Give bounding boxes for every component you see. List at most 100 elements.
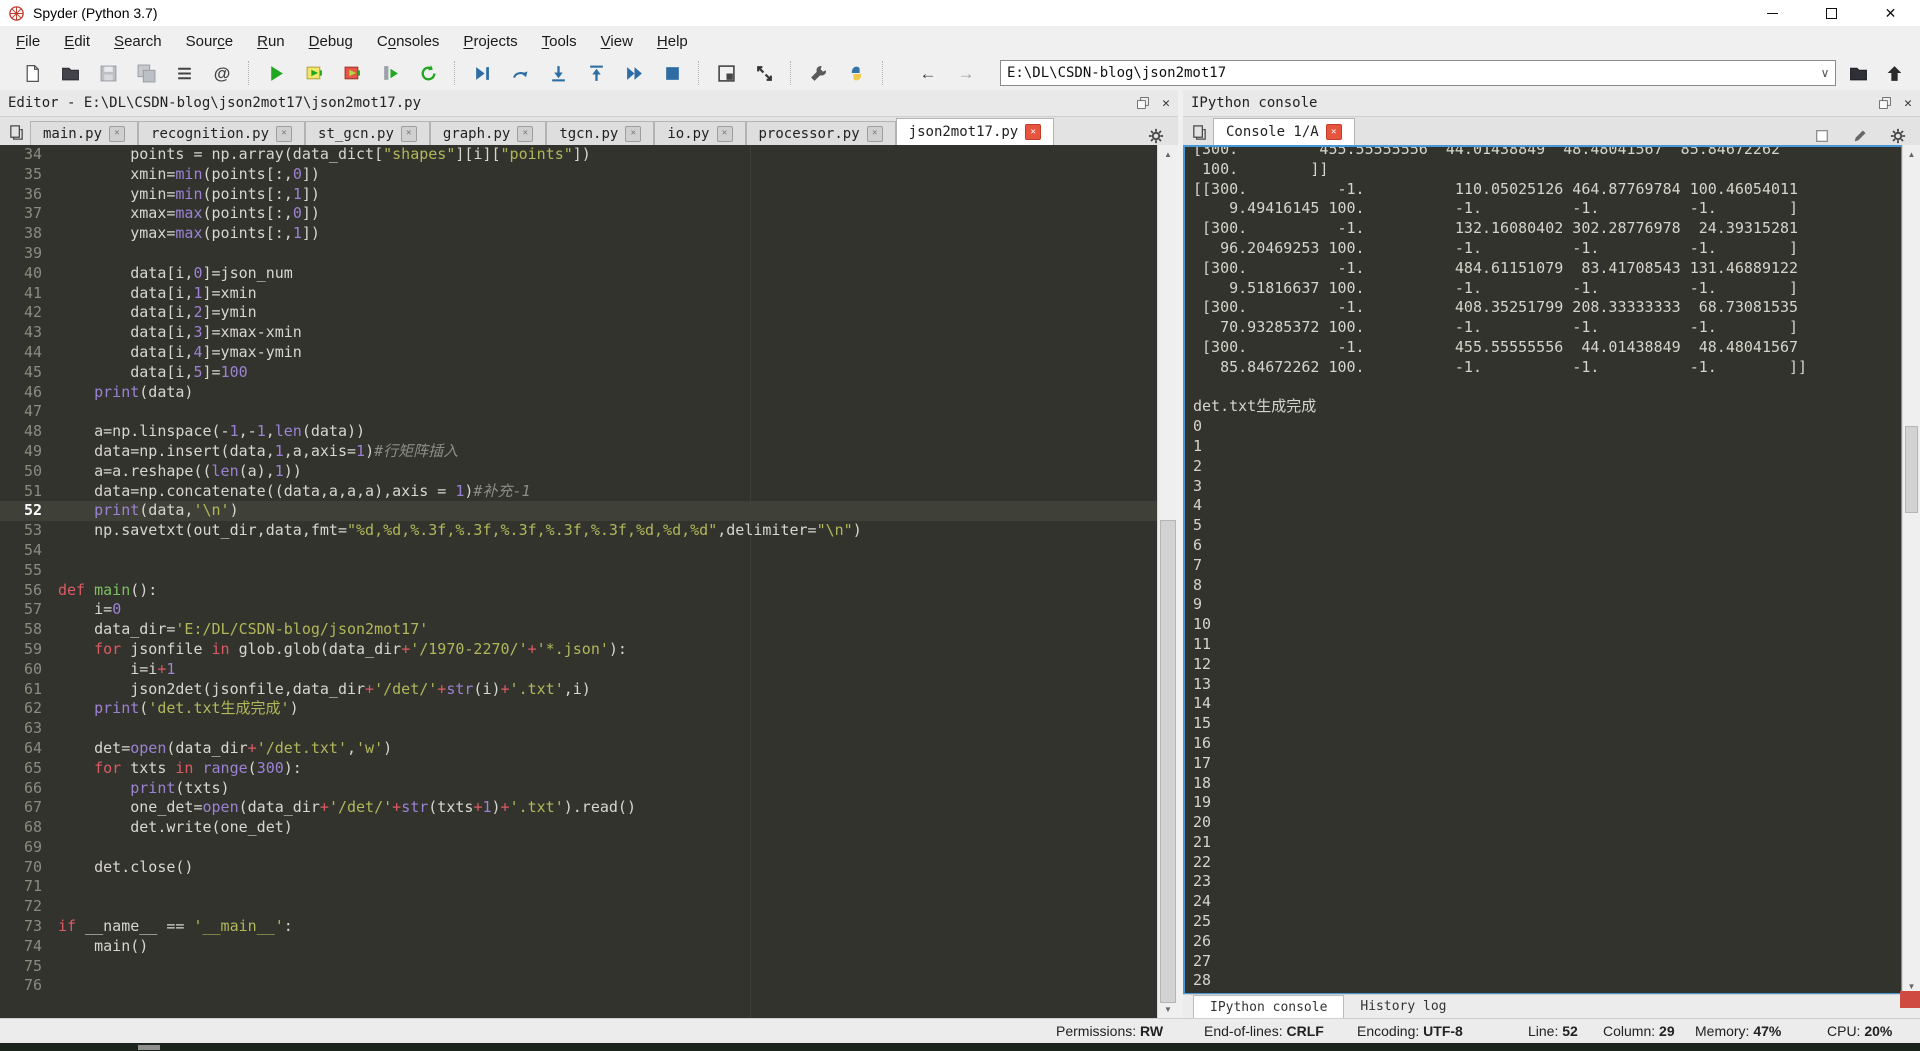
scroll-up-icon[interactable]: ▲	[1903, 145, 1920, 163]
tab-label: processor.py	[759, 126, 860, 142]
close-pane-icon[interactable]: ✕	[1162, 97, 1170, 110]
run-cell-advance-button[interactable]	[338, 59, 366, 87]
code-text: data=np.concatenate((data,a,a,a),axis = …	[58, 482, 531, 502]
maximize-button[interactable]	[1802, 0, 1861, 26]
tab-processor-py[interactable]: processor.py ✕	[746, 121, 896, 145]
code-line-34: 34 points = np.array(data_dict["shapes"]…	[0, 145, 1158, 165]
working-directory-input[interactable]	[1001, 65, 1815, 81]
console-line-35: 21	[1193, 833, 1901, 853]
menu-file[interactable]: File	[4, 28, 52, 55]
line-number: 38	[0, 224, 58, 244]
run-selection-button[interactable]	[376, 59, 404, 87]
close-tab-icon[interactable]: ✕	[867, 126, 883, 142]
stop-button[interactable]	[658, 59, 686, 87]
new-file-button[interactable]	[18, 59, 46, 87]
python-path-button[interactable]	[842, 59, 870, 87]
working-directory-combo[interactable]: ∨	[1000, 60, 1836, 86]
bottom-tab-history-log[interactable]: History log	[1344, 995, 1462, 1018]
minimize-icon	[1767, 13, 1778, 14]
close-tab-icon[interactable]: ✕	[1326, 124, 1342, 140]
fullscreen-button[interactable]	[750, 59, 778, 87]
close-tab-icon[interactable]: ✕	[276, 126, 292, 142]
save-button[interactable]	[94, 59, 122, 87]
line-number: 45	[0, 363, 58, 383]
menu-source[interactable]: Source	[174, 28, 246, 55]
console-line-16: 2	[1193, 457, 1901, 477]
combo-dropdown-icon[interactable]: ∨	[1815, 66, 1835, 80]
console-scrollbar-thumb[interactable]	[1905, 426, 1918, 513]
close-tab-icon[interactable]: ✕	[625, 126, 641, 142]
minimize-button[interactable]	[1743, 0, 1802, 26]
tab-recognition-py[interactable]: recognition.py ✕	[138, 121, 305, 145]
tab-json2mot17-py[interactable]: json2mot17.py✕	[896, 118, 1055, 145]
close-tab-icon[interactable]: ✕	[1025, 124, 1041, 140]
browse-tabs-button[interactable]	[2, 119, 30, 145]
tab-main-py[interactable]: main.py✕	[30, 121, 138, 145]
code-editor[interactable]: 34 points = np.array(data_dict["shapes"]…	[0, 145, 1158, 1018]
rerun-button[interactable]	[414, 59, 442, 87]
menu-run[interactable]: Run	[245, 28, 297, 55]
tab-io-py[interactable]: io.py ✕	[654, 121, 745, 145]
save-all-button[interactable]	[132, 59, 160, 87]
debug-button[interactable]	[468, 59, 496, 87]
browse-tabs-button[interactable]	[1185, 119, 1213, 145]
tab-st_gcn-py[interactable]: st_gcn.py✕	[305, 121, 430, 145]
undock-icon[interactable]	[1878, 96, 1892, 110]
menu-tools[interactable]: Tools	[530, 28, 589, 55]
find-button[interactable]: @	[208, 59, 236, 87]
run-button[interactable]	[262, 59, 290, 87]
scroll-down-icon[interactable]: ▼	[1158, 1000, 1178, 1018]
console-output[interactable]: [300. 455.55555556 44.01438849 48.480415…	[1183, 145, 1903, 995]
bottom-tab-ipython-console[interactable]: IPython console	[1193, 995, 1344, 1018]
file-switcher-button[interactable]	[170, 59, 198, 87]
code-line-56: 56def main():	[0, 581, 1158, 601]
back-button[interactable]: ←	[914, 59, 942, 87]
preferences-button[interactable]	[804, 59, 832, 87]
maximize-pane-button[interactable]	[712, 59, 740, 87]
step-out-button[interactable]	[582, 59, 610, 87]
undock-icon[interactable]	[1136, 96, 1150, 110]
step-into-icon	[549, 64, 568, 83]
line-number: 69	[0, 838, 58, 858]
menu-edit[interactable]: Edit	[52, 28, 102, 55]
console-scrollbar[interactable]: ▲ ▼	[1902, 145, 1920, 995]
close-tab-icon[interactable]: ✕	[517, 126, 533, 142]
scroll-up-icon[interactable]: ▲	[1158, 145, 1178, 163]
tab-tgcn-py[interactable]: tgcn.py✕	[546, 121, 654, 145]
menu-debug[interactable]: Debug	[297, 28, 365, 55]
code-line-48: 48 a=np.linspace(-1,-1,len(data))	[0, 422, 1158, 442]
menu-projects[interactable]: Projects	[451, 28, 529, 55]
browse-tabs-icon	[1191, 124, 1208, 141]
code-line-45: 45 data[i,5]=100	[0, 363, 1158, 383]
editor-scrollbar[interactable]: ▲ ▼	[1157, 145, 1178, 1018]
code-text: i=i+1	[58, 660, 175, 680]
console-line-33: 19	[1193, 793, 1901, 813]
step-over-button[interactable]	[506, 59, 534, 87]
close-button[interactable]: ✕	[1861, 0, 1920, 26]
code-text: for jsonfile in glob.glob(data_dir+'/197…	[58, 640, 627, 660]
menu-search[interactable]: Search	[102, 28, 174, 55]
console-line-5: 96.20469253 100. -1. -1. -1. ]	[1193, 239, 1901, 259]
continue-button[interactable]	[620, 59, 648, 87]
close-pane-icon[interactable]: ✕	[1904, 97, 1912, 110]
forward-button[interactable]: →	[952, 59, 980, 87]
tab-graph-py[interactable]: graph.py✕	[430, 121, 546, 145]
step-into-button[interactable]	[544, 59, 572, 87]
menu-consoles[interactable]: Consoles	[365, 28, 452, 55]
parent-dir-button[interactable]	[1880, 59, 1908, 87]
tab-label: io.py	[667, 126, 709, 142]
menu-view[interactable]: View	[589, 28, 645, 55]
close-tab-icon[interactable]: ✕	[717, 126, 733, 142]
menu-help[interactable]: Help	[645, 28, 700, 55]
editor-scrollbar-thumb[interactable]	[1160, 520, 1176, 1002]
tab-console-1a[interactable]: Console 1/A ✕	[1213, 118, 1355, 145]
open-dir-button[interactable]	[1844, 59, 1872, 87]
open-folder-button[interactable]	[56, 59, 84, 87]
close-tab-icon[interactable]: ✕	[109, 126, 125, 142]
line-number: 73	[0, 917, 58, 937]
run-cell-button[interactable]	[300, 59, 328, 87]
toolbar-separator	[698, 61, 700, 85]
tab-label: recognition.py	[151, 126, 269, 142]
console-line-11: 85.84672262 100. -1. -1. -1. ]]	[1193, 358, 1901, 378]
close-tab-icon[interactable]: ✕	[401, 126, 417, 142]
